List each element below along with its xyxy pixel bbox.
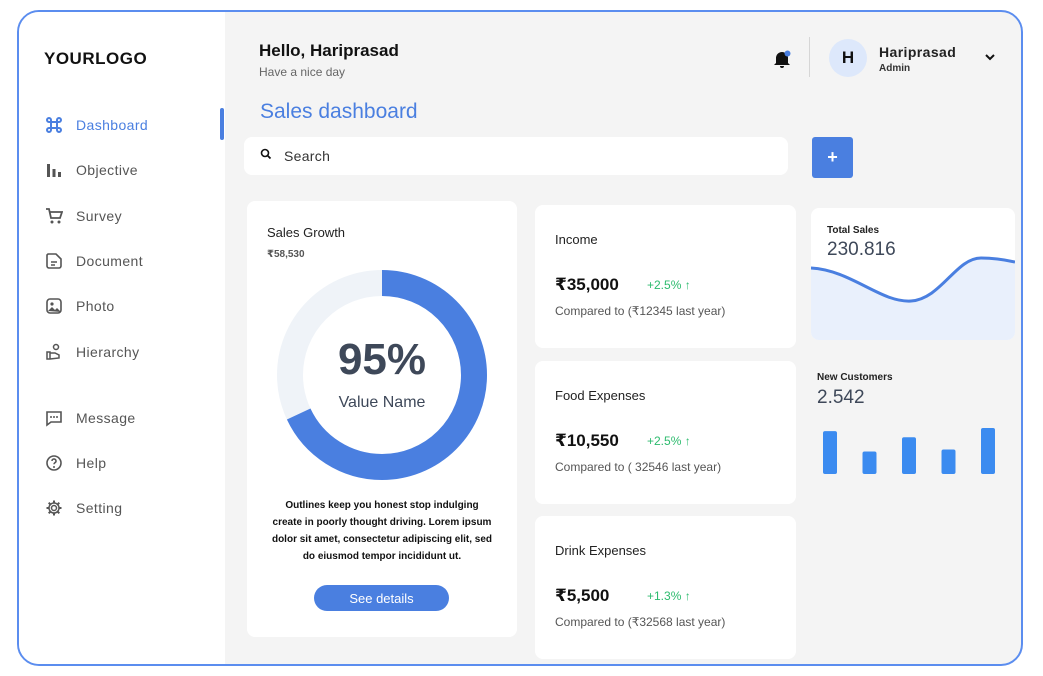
command-icon xyxy=(44,115,64,135)
customer-bar xyxy=(862,451,877,474)
card-amount: ₹35,000 xyxy=(555,275,619,294)
sidebar-item-message[interactable]: Message xyxy=(44,406,136,430)
card-title: Drink Expenses xyxy=(555,543,647,558)
customer-bar xyxy=(981,428,995,474)
page-title: Sales dashboard xyxy=(260,100,418,123)
card-title: Total Sales xyxy=(827,225,880,236)
sidebar-item-label: Survey xyxy=(76,208,122,224)
customer-bar xyxy=(823,431,837,474)
cart-icon xyxy=(44,206,64,226)
new-customers-bars xyxy=(823,428,995,474)
header-divider xyxy=(809,37,810,77)
sidebar-item-survey[interactable]: Survey xyxy=(44,204,122,228)
search-icon xyxy=(260,147,272,165)
sidebar-item-label: Hierarchy xyxy=(76,344,140,360)
total-sales-card: Total Sales 230.816 xyxy=(811,208,1015,340)
gear-icon xyxy=(44,498,64,518)
card-amount: ₹5,500 xyxy=(555,586,610,605)
app-frame: YOURLOGO Dashboard Objective Survey Docu… xyxy=(17,10,1023,666)
sidebar-item-help[interactable]: Help xyxy=(44,451,106,475)
card-change: +2.5% ↑ xyxy=(647,278,691,292)
card-change: +2.5% ↑ xyxy=(647,434,691,448)
card-compare: Compared to (₹32568 last year) xyxy=(555,615,726,629)
search-bar xyxy=(244,137,788,175)
bar-chart-icon xyxy=(44,160,64,180)
card-change: +1.3% ↑ xyxy=(647,589,691,603)
sidebar-item-hierarchy[interactable]: Hierarchy xyxy=(44,340,140,364)
sidebar-item-label: Dashboard xyxy=(76,117,149,133)
customer-bar xyxy=(902,437,916,474)
sidebar-item-label: Setting xyxy=(76,500,123,516)
greeting-subtitle: Have a nice day xyxy=(259,65,346,79)
card-value: ₹58,530 xyxy=(267,249,305,260)
sidebar-item-setting[interactable]: Setting xyxy=(44,496,122,520)
sidebar-item-objective[interactable]: Objective xyxy=(44,158,138,182)
card-description: Outlines keep you honest stop indulging … xyxy=(271,500,493,562)
card-title: Income xyxy=(555,232,598,247)
user-name: Hariprasad xyxy=(879,44,957,60)
user-role: Admin xyxy=(879,63,911,74)
chevron-down-icon[interactable] xyxy=(983,50,997,64)
sparkline-area xyxy=(811,258,1015,340)
avatar[interactable]: H xyxy=(829,39,867,77)
help-icon xyxy=(44,453,64,473)
card-amount: ₹10,550 xyxy=(555,431,619,450)
logo: YOURLOGO xyxy=(44,49,148,68)
card-title: Sales Growth xyxy=(267,225,346,240)
active-indicator xyxy=(220,108,224,140)
message-icon xyxy=(44,408,64,428)
main-area: Hello, Hariprasad Have a nice day H Hari… xyxy=(225,12,1021,664)
new-customers-value: 2.542 xyxy=(817,387,865,408)
greeting: Hello, Hariprasad xyxy=(259,41,399,60)
donut-label: Value Name xyxy=(338,394,426,411)
document-icon xyxy=(44,251,64,271)
income-card: Income ₹35,000 +2.5% ↑ Compared to (₹123… xyxy=(535,205,796,348)
sidebar-item-label: Objective xyxy=(76,162,138,178)
donut-center: 95% Value Name xyxy=(274,267,490,483)
sidebar-item-label: Photo xyxy=(76,298,115,314)
hierarchy-icon xyxy=(44,342,64,362)
search-input[interactable] xyxy=(284,148,764,164)
sparkline xyxy=(811,256,1015,340)
sidebar-item-label: Message xyxy=(76,410,136,426)
sidebar-item-document[interactable]: Document xyxy=(44,249,143,273)
sidebar: YOURLOGO Dashboard Objective Survey Docu… xyxy=(19,12,225,664)
sidebar-item-dashboard[interactable]: Dashboard xyxy=(44,113,148,137)
card-compare: Compared to ( 32546 last year) xyxy=(555,460,722,474)
new-customers-title: New Customers xyxy=(817,372,893,383)
add-button[interactable]: + xyxy=(812,137,853,178)
food-expenses-card: Food Expenses ₹10,550 +2.5% ↑ Compared t… xyxy=(535,361,796,504)
see-details-button[interactable]: See details xyxy=(314,585,449,611)
sidebar-item-label: Document xyxy=(76,253,144,269)
donut-percent: 95% xyxy=(337,335,427,384)
card-compare: Compared to (₹12345 last year) xyxy=(555,304,726,318)
sidebar-item-photo[interactable]: Photo xyxy=(44,294,115,318)
sales-growth-card: Sales Growth ₹58,530 95% Value Name Outl… xyxy=(247,201,517,637)
customer-bar xyxy=(941,449,956,474)
drink-expenses-card: Drink Expenses ₹5,500 +1.3% ↑ Compared t… xyxy=(535,516,796,659)
sidebar-item-label: Help xyxy=(76,455,107,471)
card-title: Food Expenses xyxy=(555,388,646,403)
bell-icon[interactable] xyxy=(771,48,793,70)
photo-icon xyxy=(44,296,64,316)
